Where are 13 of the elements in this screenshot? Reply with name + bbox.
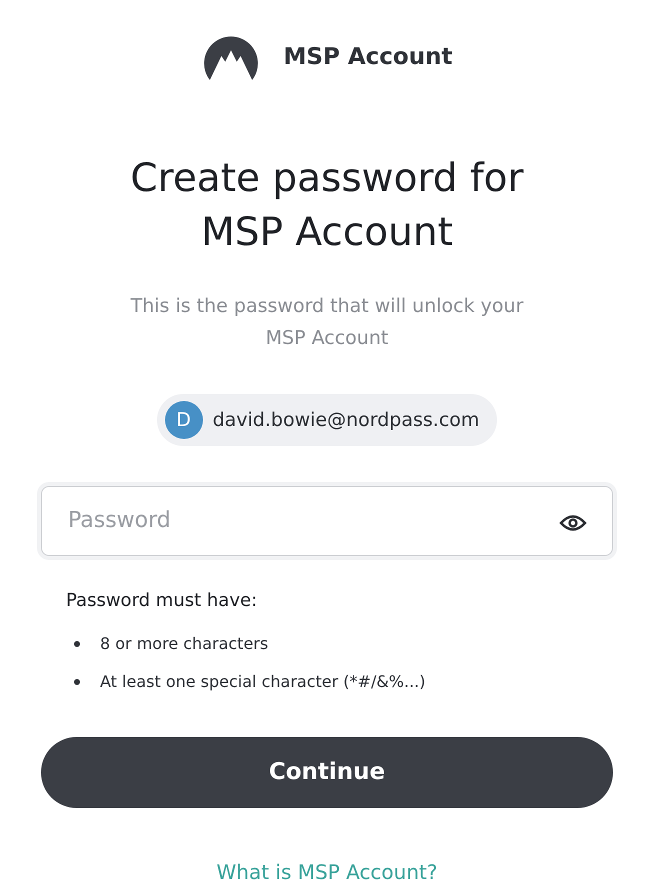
requirement-text: At least one special character (*#/&%...) [100, 672, 426, 692]
brand-name: MSP Account [284, 44, 452, 70]
page-title: Create password for MSP Account [129, 155, 525, 258]
avatar: D [164, 401, 203, 440]
bullet-icon [74, 640, 80, 647]
continue-button[interactable]: Continue [41, 736, 613, 808]
requirements-heading: Password must have: [66, 590, 258, 611]
password-field[interactable]: Password [41, 486, 613, 556]
eye-icon[interactable] [559, 514, 587, 532]
account-email: david.bowie@nordpass.com [212, 409, 480, 432]
subtitle: This is the password that will unlock your MSP Account [130, 294, 524, 352]
bullet-icon [74, 678, 80, 685]
requirement-text: 8 or more characters [100, 634, 268, 654]
